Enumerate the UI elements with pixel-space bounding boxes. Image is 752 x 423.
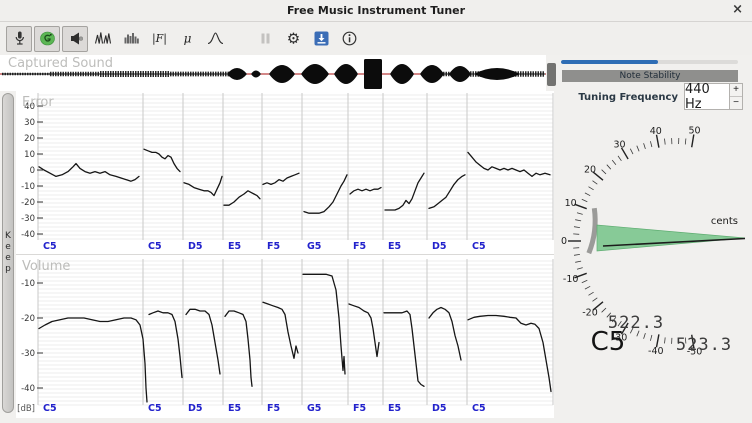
svg-text:50: 50	[688, 126, 700, 137]
svg-text:F5: F5	[353, 241, 366, 252]
svg-text:F5: F5	[267, 241, 280, 252]
keep-button-label: Keep	[3, 231, 13, 275]
svg-text:E5: E5	[388, 241, 401, 252]
microphone-icon	[11, 30, 28, 47]
svg-text:D5: D5	[188, 403, 203, 414]
svg-text:10: 10	[24, 150, 35, 160]
app-window: Free Music Instrument Tuner × |F| μ ⚙ Capt…	[0, 0, 752, 423]
svg-text:C5: C5	[43, 241, 57, 252]
svg-text:Error: Error	[22, 95, 54, 110]
mu-statistics-icon: μ	[179, 30, 196, 47]
svg-text:cents: cents	[711, 216, 738, 227]
frequency-decrement-button[interactable]: −	[730, 96, 742, 109]
toolbar-button-gaussian-curve[interactable]	[202, 26, 228, 52]
svg-text:C5: C5	[148, 241, 162, 252]
svg-text:0: 0	[561, 236, 567, 247]
svg-text:-20: -20	[21, 198, 35, 208]
svg-text:|F|: |F|	[151, 32, 166, 46]
note-stability-progress	[561, 60, 738, 64]
svg-text:30: 30	[24, 118, 35, 128]
close-button[interactable]: ×	[732, 2, 743, 17]
svg-text:-10: -10	[21, 182, 35, 192]
svg-text:-10: -10	[21, 279, 35, 289]
toolbar-button-save[interactable]	[308, 26, 334, 52]
svg-text:20: 20	[584, 164, 596, 175]
toolbar-button-spectrum-bars[interactable]	[118, 26, 144, 52]
analysis-area: Captured Sound Keep 403020100-10-20-30-4…	[0, 55, 556, 423]
svg-text:-40: -40	[21, 230, 35, 240]
captured-sound-panel: Captured Sound	[0, 55, 546, 91]
svg-text:[dB]: [dB]	[17, 404, 35, 414]
titlebar: Free Music Instrument Tuner ×	[0, 0, 752, 22]
toolbar-button-waveform[interactable]	[90, 26, 116, 52]
measured-frequency-display: 523.3	[664, 335, 744, 355]
toolbar-button-tuner-logo[interactable]	[34, 26, 60, 52]
waveform-scrollbar[interactable]	[547, 63, 556, 86]
svg-text:10: 10	[565, 198, 577, 209]
svg-text:G5: G5	[307, 403, 321, 414]
svg-text:D5: D5	[188, 241, 203, 252]
info-icon	[341, 30, 358, 47]
svg-text:20: 20	[24, 134, 35, 144]
svg-text:⚙: ⚙	[286, 31, 299, 48]
svg-text:30: 30	[613, 139, 625, 150]
svg-text:0: 0	[30, 166, 35, 176]
svg-text:-30: -30	[21, 349, 35, 359]
fourier-transform-icon: |F|	[151, 30, 168, 47]
settings-gear-icon: ⚙	[285, 30, 302, 47]
save-icon	[313, 30, 330, 47]
svg-text:-40: -40	[21, 384, 35, 394]
toolbar-button-mute-speaker[interactable]	[62, 26, 88, 52]
frequency-increment-button[interactable]: +	[730, 84, 742, 96]
tuning-frequency-stepper: + −	[730, 83, 743, 110]
waveform-icon	[95, 30, 112, 47]
svg-text:G5: G5	[307, 241, 321, 252]
svg-text:E5: E5	[388, 403, 401, 414]
main-content: Captured Sound Keep 40 30 20 10 0 -10 -20 -30 -4…	[0, 55, 752, 423]
svg-text:E5: E5	[228, 403, 241, 414]
toolbar-button-mu-statistics[interactable]: μ	[174, 26, 200, 52]
svg-text:F5: F5	[267, 403, 280, 414]
svg-text:F5: F5	[353, 403, 366, 414]
toolbar-button-fourier-transform[interactable]: |F|	[146, 26, 172, 52]
svg-text:C5: C5	[43, 403, 57, 414]
tuning-frequency-label: Tuning Frequency	[556, 92, 678, 103]
svg-text:-30: -30	[21, 214, 35, 224]
svg-text:-20: -20	[21, 314, 35, 324]
captured-sound-title: Captured Sound	[8, 56, 113, 71]
charts-block: 403020100-10-20-30-40C5C5D5E5F5G5F5E5D5C…	[16, 91, 554, 418]
note-display: C5	[584, 327, 632, 357]
svg-text:E5: E5	[228, 241, 241, 252]
error-chart: 403020100-10-20-30-40C5C5D5E5F5G5F5E5D5C…	[16, 91, 554, 254]
tuner-logo-icon	[39, 30, 56, 47]
svg-text:Volume: Volume	[22, 259, 70, 274]
svg-text:C5: C5	[472, 403, 486, 414]
svg-text:C5: C5	[148, 403, 162, 414]
svg-text:μ: μ	[183, 32, 191, 46]
toolbar-button-microphone[interactable]	[6, 26, 32, 52]
volume-chart: -10 -20 -30 -40 C5 C5 D5 E5 F5 G5 F5 E5 D5 C5 [dB] Volu…	[16, 255, 554, 418]
svg-text:40: 40	[650, 126, 662, 137]
toolbar-button-pause	[252, 26, 278, 52]
svg-text:-40: -40	[648, 346, 664, 357]
note-stability-header: Note Stability	[562, 70, 738, 82]
svg-text:C5: C5	[472, 241, 486, 252]
cents-gauge: -50-40-30-20-1001020304050cents	[556, 110, 752, 423]
window-title: Free Music Instrument Tuner	[287, 4, 465, 17]
svg-text:D5: D5	[432, 403, 447, 414]
toolbar-button-settings-gear[interactable]: ⚙	[280, 26, 306, 52]
toolbar: |F| μ ⚙	[0, 22, 752, 55]
toolbar-button-info[interactable]	[336, 26, 362, 52]
gaussian-curve-icon	[207, 30, 224, 47]
mute-speaker-icon	[67, 30, 84, 47]
svg-text:D5: D5	[432, 241, 447, 252]
note-stability-progress-fill	[561, 60, 658, 64]
svg-text:-10: -10	[563, 274, 579, 285]
keep-button[interactable]: Keep	[2, 93, 14, 413]
tuner-panel: Note Stability Tuning Frequency 440 Hz +…	[556, 55, 752, 423]
spectrum-bars-icon	[123, 30, 140, 47]
pause-icon	[257, 30, 274, 47]
tuning-frequency-value[interactable]: 440 Hz	[684, 83, 730, 110]
